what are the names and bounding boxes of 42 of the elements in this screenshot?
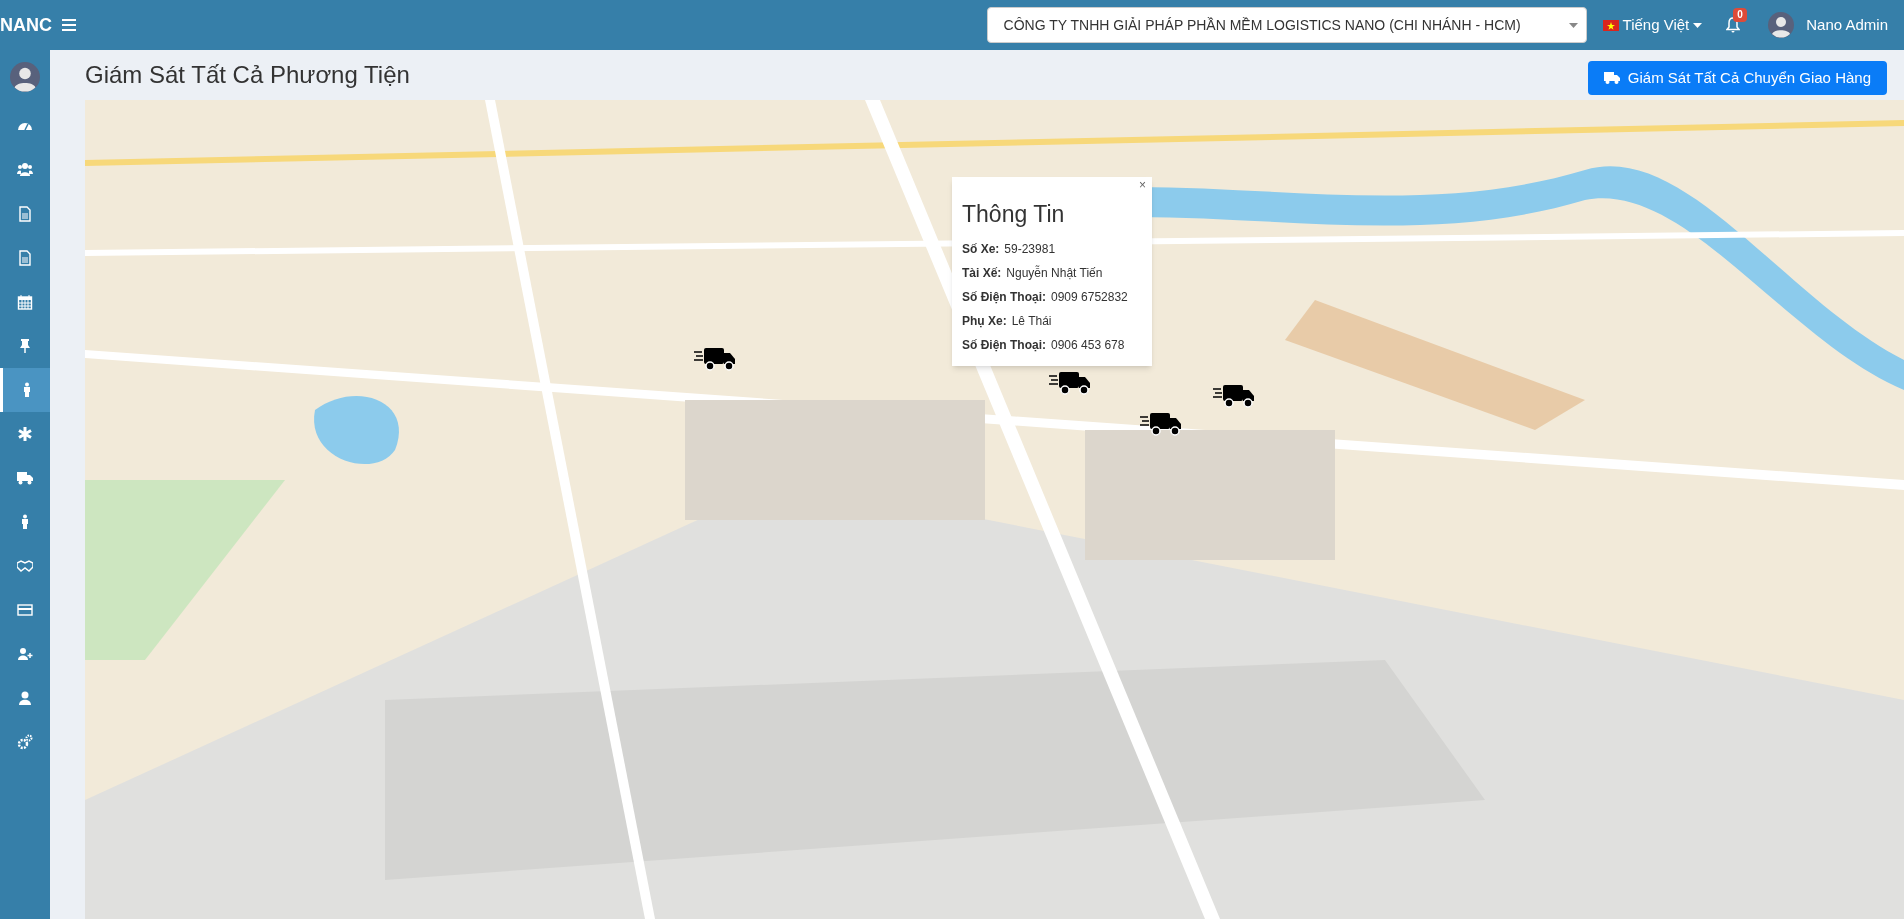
menu-icon[interactable]	[62, 19, 76, 31]
field-value: 0906 453 678	[1051, 336, 1125, 354]
flag-icon	[1602, 19, 1619, 31]
truck-icon[interactable]	[1212, 382, 1255, 409]
notification-badge: 0	[1733, 8, 1747, 22]
popup-title: Thông Tin	[962, 200, 1066, 229]
bell-icon[interactable]	[1726, 17, 1741, 33]
caret-icon	[1693, 22, 1703, 28]
users-icon	[17, 162, 33, 178]
user-name[interactable]: Nano Admin	[1806, 13, 1888, 37]
field-value: Nguyễn Nhật Tiến	[1006, 264, 1103, 282]
page-title: Giám Sát Tất Cả Phương Tiện	[85, 60, 411, 90]
add-user-icon	[17, 646, 33, 662]
company-select[interactable]: CÔNG TY TNHH GIẢI PHÁP PHẦN MỀM LOGISTICS NANO (CHI NHÁNH - HCM)	[986, 7, 1587, 43]
user-icon	[17, 690, 33, 706]
brand-logo[interactable]: NANC	[0, 11, 50, 39]
truck-icon[interactable]	[1049, 370, 1092, 397]
caret-icon	[1568, 22, 1578, 28]
sidebar-item[interactable]	[0, 368, 50, 412]
asterisk-icon	[17, 426, 33, 442]
field-label: Phụ Xe:	[962, 312, 1007, 330]
credit-card-icon	[17, 602, 33, 618]
avatar-icon[interactable]	[1768, 12, 1795, 38]
truck-icon[interactable]	[1140, 411, 1182, 438]
document-icon	[17, 250, 33, 266]
field-label: Tài Xế:	[962, 264, 1002, 282]
field-value: 59-23981	[1004, 240, 1056, 258]
document-icon	[17, 206, 33, 222]
truck-icon	[1603, 72, 1620, 84]
monitor-deliveries-button[interactable]: Giám Sát Tất Cả Chuyển Giao Hàng	[1587, 61, 1887, 95]
pushpin-icon	[17, 338, 33, 354]
avatar-icon	[10, 62, 40, 92]
field-value: Lê Thái	[1011, 312, 1052, 330]
language-menu[interactable]: Tiếng Việt	[1602, 13, 1703, 37]
calendar-icon	[17, 294, 33, 310]
truck-icon[interactable]	[694, 345, 737, 372]
field-label: Số Điện Thoại:	[962, 336, 1046, 354]
field-label: Số Xe:	[962, 240, 1000, 258]
close-button[interactable]: ×	[1139, 179, 1146, 191]
truck-icon	[17, 470, 33, 486]
field-label: Số Điện Thoại:	[962, 288, 1046, 306]
field-value: 0909 6752832	[1051, 288, 1128, 306]
